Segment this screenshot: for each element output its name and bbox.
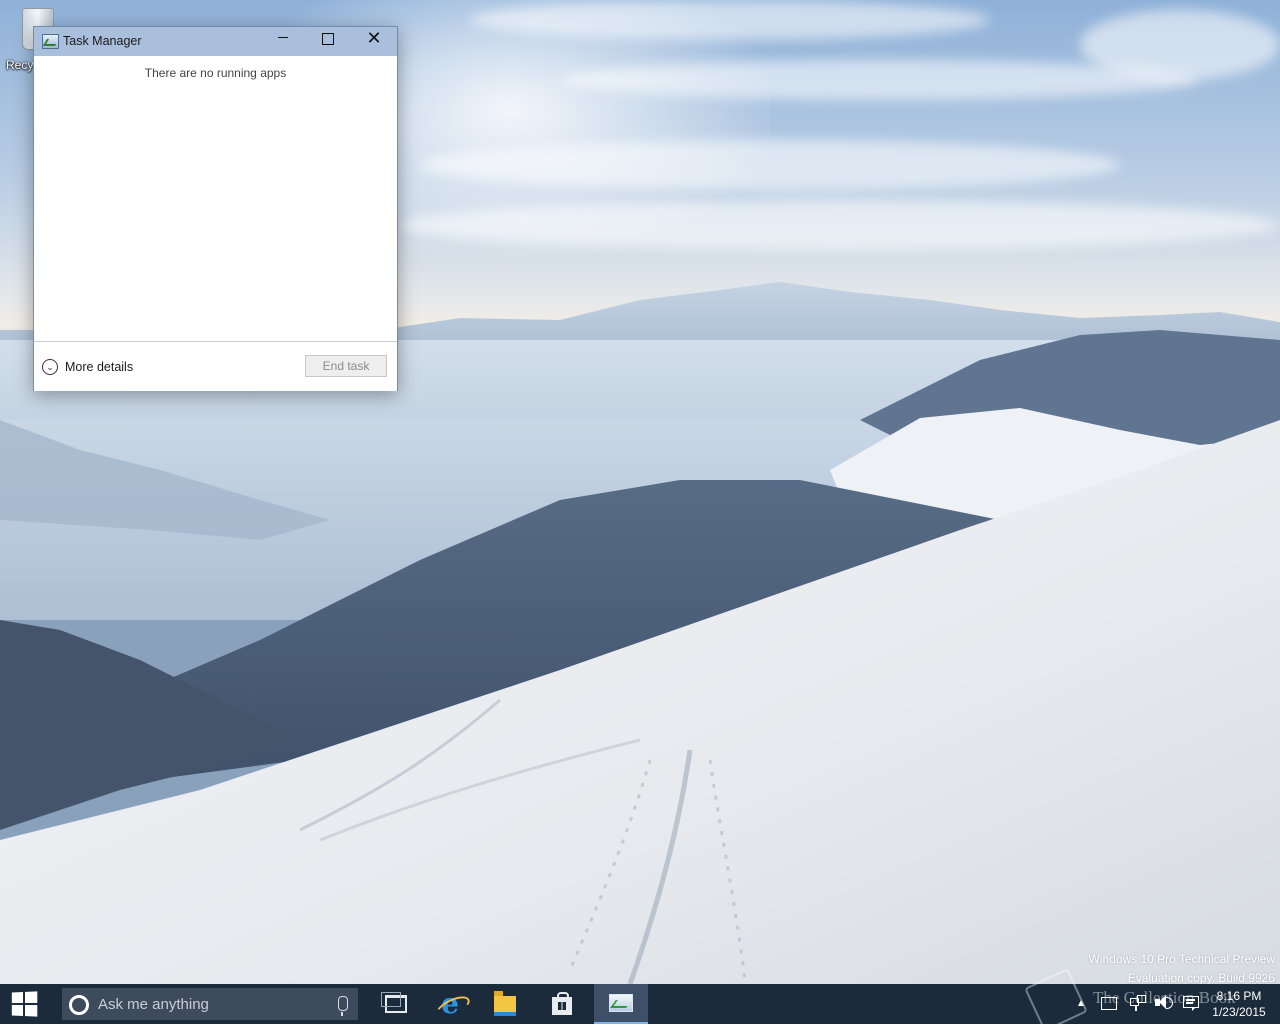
file-explorer-icon bbox=[494, 991, 516, 1016]
taskbar: Ask me anything e The Collection Book ▲ … bbox=[0, 968, 1280, 1032]
action-center-icon[interactable] bbox=[1101, 997, 1117, 1010]
evaluation-watermark: Windows 10 Pro Technical Preview Evaluat… bbox=[1088, 950, 1275, 984]
task-manager-taskbar-button[interactable] bbox=[594, 984, 648, 1024]
chevron-down-icon: ⌄ bbox=[42, 359, 58, 375]
more-details-label: More details bbox=[65, 360, 134, 374]
start-button[interactable] bbox=[0, 984, 48, 1024]
task-manager-window[interactable]: Task Manager ✕ There are no running apps… bbox=[33, 26, 398, 391]
store-button[interactable] bbox=[535, 984, 589, 1024]
network-icon[interactable] bbox=[1130, 995, 1146, 1011]
clock-date: 1/23/2015 bbox=[1212, 1005, 1266, 1019]
maximize-icon bbox=[322, 32, 334, 45]
internet-explorer-icon: e bbox=[441, 987, 459, 1020]
title-bar[interactable]: Task Manager ✕ bbox=[34, 27, 397, 56]
watermark-line-2: Evaluation copy. Build 9926 bbox=[1127, 971, 1275, 984]
internet-explorer-button[interactable]: e bbox=[423, 984, 477, 1024]
watermark-line-1: Windows 10 Pro Technical Preview bbox=[1088, 952, 1275, 966]
minimize-icon bbox=[278, 37, 288, 38]
windows-logo-icon bbox=[11, 991, 38, 1017]
search-box[interactable]: Ask me anything bbox=[62, 988, 358, 1020]
task-manager-icon bbox=[609, 994, 633, 1012]
volume-icon[interactable] bbox=[1155, 995, 1173, 1011]
no-apps-message: There are no running apps bbox=[144, 66, 287, 80]
clock-time: 8:16 PM bbox=[1216, 989, 1262, 1003]
microphone-icon[interactable] bbox=[338, 996, 348, 1016]
task-view-icon bbox=[381, 992, 407, 1013]
window-title: Task Manager bbox=[63, 34, 142, 48]
cortana-icon bbox=[69, 995, 89, 1015]
task-manager-icon bbox=[42, 34, 59, 49]
more-details-toggle[interactable]: ⌄ More details bbox=[42, 357, 133, 377]
close-icon: ✕ bbox=[366, 27, 382, 49]
file-explorer-button[interactable] bbox=[478, 984, 532, 1024]
minimize-button[interactable] bbox=[260, 27, 306, 56]
search-placeholder: Ask me anything bbox=[98, 996, 209, 1013]
close-button[interactable]: ✕ bbox=[351, 27, 397, 56]
task-view-button[interactable] bbox=[369, 984, 423, 1024]
end-task-button[interactable]: End task bbox=[305, 355, 387, 377]
maximize-button[interactable] bbox=[305, 27, 351, 56]
recycle-bin-label: Recy bbox=[6, 58, 34, 72]
clock[interactable]: 8:16 PM 1/23/2015 bbox=[1206, 988, 1272, 1020]
window-footer: ⌄ More details End task bbox=[34, 341, 397, 391]
show-hidden-icons-button[interactable]: ▲ bbox=[1076, 998, 1086, 1009]
notifications-icon[interactable] bbox=[1183, 995, 1199, 1011]
store-icon bbox=[552, 991, 572, 1015]
